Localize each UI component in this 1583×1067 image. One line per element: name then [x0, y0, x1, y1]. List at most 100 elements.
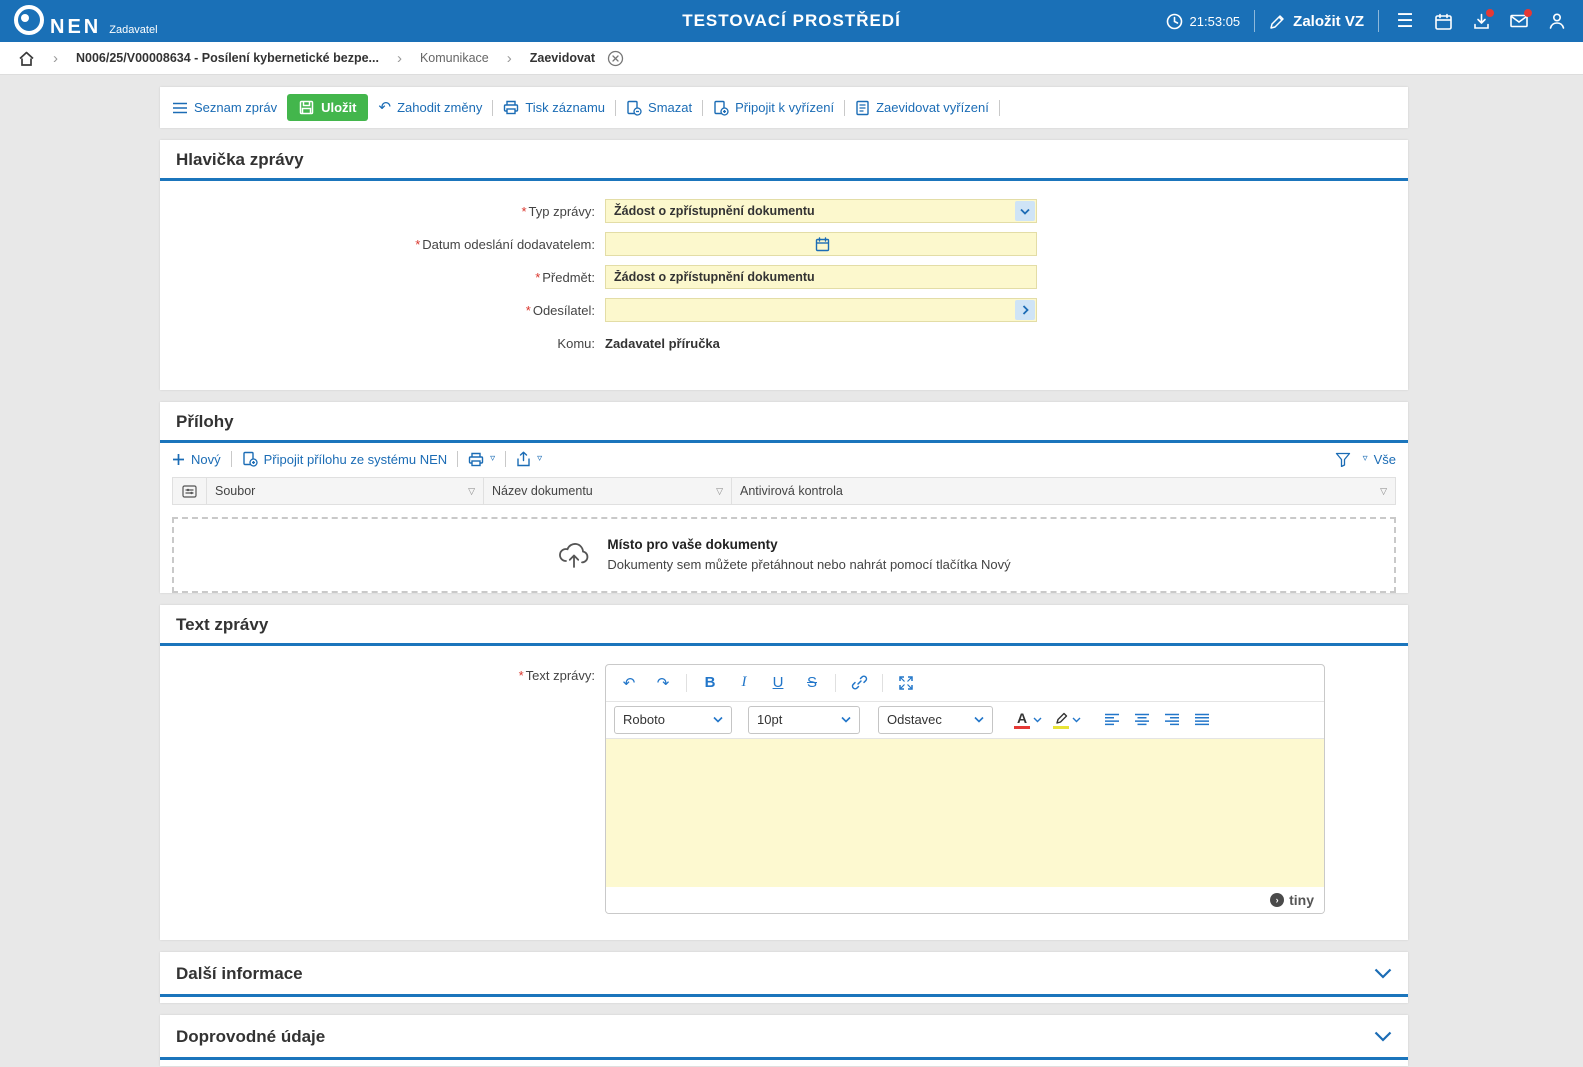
filter-triangle-icon[interactable]: ▽	[1380, 487, 1387, 496]
align-right-button[interactable]	[1157, 706, 1187, 734]
novy-button[interactable]: Nový	[172, 452, 221, 467]
profile-button[interactable]	[1545, 9, 1569, 33]
typ-zpravy-dropdown-button[interactable]	[1015, 201, 1035, 221]
highlight-color-button[interactable]	[1050, 711, 1081, 729]
filter-triangle-icon[interactable]: ▽	[468, 487, 475, 496]
home-icon[interactable]	[18, 50, 35, 67]
chevron-down-icon	[1020, 208, 1030, 215]
attachments-table-header: Soubor ▽ Název dokumentu ▽ Antivirová ko…	[172, 477, 1396, 505]
undo-icon: ↶	[378, 100, 391, 115]
align-left-icon	[1104, 713, 1120, 726]
fullscreen-icon	[898, 675, 914, 691]
separator	[686, 674, 687, 692]
section-header[interactable]: Další informace	[160, 952, 1408, 997]
underline-button[interactable]: U	[763, 669, 793, 697]
smazat-button[interactable]: Smazat	[626, 100, 692, 116]
upload-cloud-icon	[557, 541, 591, 569]
form-row-komu: Komu: Zadavatel příručka	[160, 331, 1408, 355]
dropdown-triangle-icon: ▿	[537, 454, 542, 464]
page: { "colors": { "topbar": "#1a70b7", "acce…	[0, 0, 1583, 1067]
tisk-zaznamu-button[interactable]: Tisk záznamu	[503, 100, 605, 115]
strikethrough-button[interactable]: S	[797, 669, 827, 697]
bold-button[interactable]: B	[695, 669, 725, 697]
column-settings-icon	[182, 485, 197, 498]
dropzone-title: Místo pro vaše dokumenty	[607, 535, 1010, 555]
breadcrumb-item-zaevidovat[interactable]: Zaevidovat	[530, 51, 595, 65]
form-row-datum: *Datum odeslání dodavatelem:	[160, 232, 1408, 256]
section-title: Přílohy	[176, 412, 234, 432]
link-button[interactable]	[844, 669, 874, 697]
breadcrumb-item-procurement[interactable]: N006/25/V00008634 - Posílení kybernetick…	[76, 51, 379, 65]
calendar-button[interactable]	[1431, 9, 1455, 33]
expand-section-button[interactable]	[1374, 1031, 1392, 1042]
print-attachments-button[interactable]: ▿	[468, 452, 495, 467]
align-left-button[interactable]	[1097, 706, 1127, 734]
fullscreen-button[interactable]	[891, 669, 921, 697]
save-button[interactable]: Uložit	[287, 94, 368, 121]
top-bar: NEN Zadavatel TESTOVACÍ PROSTŘEDÍ 21:53:…	[0, 0, 1583, 42]
separator	[505, 451, 506, 467]
section-header: Hlavička zprávy	[160, 140, 1408, 181]
align-justify-button[interactable]	[1187, 706, 1217, 734]
messages-button[interactable]	[1507, 9, 1531, 33]
filter-triangle-icon[interactable]: ▽	[716, 487, 723, 496]
align-center-button[interactable]	[1127, 706, 1157, 734]
predmet-input[interactable]	[605, 265, 1037, 289]
menu-button[interactable]: ☰	[1393, 9, 1417, 33]
pencil-icon	[1269, 13, 1286, 30]
column-header-soubor[interactable]: Soubor ▽	[207, 478, 484, 504]
richtext-editor: ↶ ↷ B I U S	[605, 664, 1325, 914]
separator	[844, 100, 845, 116]
export-attachments-button[interactable]: ▿	[516, 451, 542, 467]
pripojit-prilohu-button[interactable]: Připojit přílohu ze systému NEN	[242, 451, 448, 467]
typ-zpravy-select[interactable]: Žádost o zpřístupnění dokumentu	[605, 199, 1037, 223]
italic-icon: I	[742, 674, 747, 691]
breadcrumb-separator: ›	[53, 51, 58, 66]
vse-filter-dropdown[interactable]: ▿ Vše	[1363, 452, 1396, 467]
separator	[457, 451, 458, 467]
datepicker-button[interactable]	[813, 235, 831, 253]
breadcrumb-item-komunikace[interactable]: Komunikace	[420, 51, 489, 65]
font-family-select[interactable]: Roboto	[614, 706, 732, 734]
column-header-antivirova-kontrola[interactable]: Antivirová kontrola ▽	[732, 478, 1395, 504]
column-settings-button[interactable]	[173, 478, 207, 504]
column-header-nazev-dokumentu[interactable]: Název dokumentu ▽	[484, 478, 732, 504]
calendar-small-icon	[815, 237, 830, 252]
chevron-down-icon	[841, 716, 851, 723]
required-marker: *	[521, 204, 526, 219]
editor-content-area[interactable]	[606, 739, 1324, 887]
funnel-icon[interactable]	[1335, 452, 1351, 467]
zalozit-vz-button[interactable]: Založit VZ	[1269, 13, 1364, 30]
downloads-button[interactable]	[1469, 9, 1493, 33]
font-size-select[interactable]: 10pt	[748, 706, 860, 734]
odesilatel-input[interactable]	[605, 298, 1037, 322]
separator	[702, 100, 703, 116]
zaevidovat-vyrizeni-button[interactable]: Zaevidovat vyřízení	[855, 100, 989, 116]
section-title: Text zprávy	[176, 615, 268, 635]
separator	[1378, 10, 1379, 32]
attachments-dropzone[interactable]: Místo pro vaše dokumenty Dokumenty sem m…	[172, 517, 1396, 593]
form-row-typ-zpravy: *Typ zprávy: Žádost o zpřístupnění dokum…	[160, 199, 1408, 223]
pripojit-k-vyrizeni-button[interactable]: Připojit k vyřízení	[713, 100, 834, 116]
section-header[interactable]: Doprovodné údaje	[160, 1015, 1408, 1060]
undo-button[interactable]: ↶	[614, 669, 644, 697]
user-icon	[1547, 11, 1567, 31]
komu-value: Zadavatel příručka	[605, 336, 720, 351]
text-color-button[interactable]: A	[1011, 711, 1042, 729]
italic-button[interactable]: I	[729, 669, 759, 697]
dropzone-subtitle: Dokumenty sem můžete přetáhnout nebo nah…	[607, 555, 1010, 575]
text-zpravy-row: *Text zprávy: ↶ ↷ B I U S	[160, 646, 1408, 940]
zahodit-zmeny-button[interactable]: ↶ Zahodit změny	[378, 100, 482, 115]
required-marker: *	[519, 668, 524, 683]
tiny-logo-icon: ›	[1270, 893, 1284, 907]
align-right-icon	[1164, 713, 1180, 726]
seznam-zprav-button[interactable]: Seznam zpráv	[172, 100, 277, 115]
redo-button[interactable]: ↷	[648, 669, 678, 697]
brand-block[interactable]: NEN Zadavatel	[14, 5, 158, 37]
expand-section-button[interactable]	[1374, 968, 1392, 979]
close-tab-icon[interactable]	[607, 50, 624, 67]
editor-statusbar: › tiny	[606, 887, 1324, 913]
odesilatel-picker-button[interactable]	[1015, 300, 1035, 320]
redo-icon: ↷	[657, 674, 670, 692]
block-format-select[interactable]: Odstavec	[878, 706, 993, 734]
